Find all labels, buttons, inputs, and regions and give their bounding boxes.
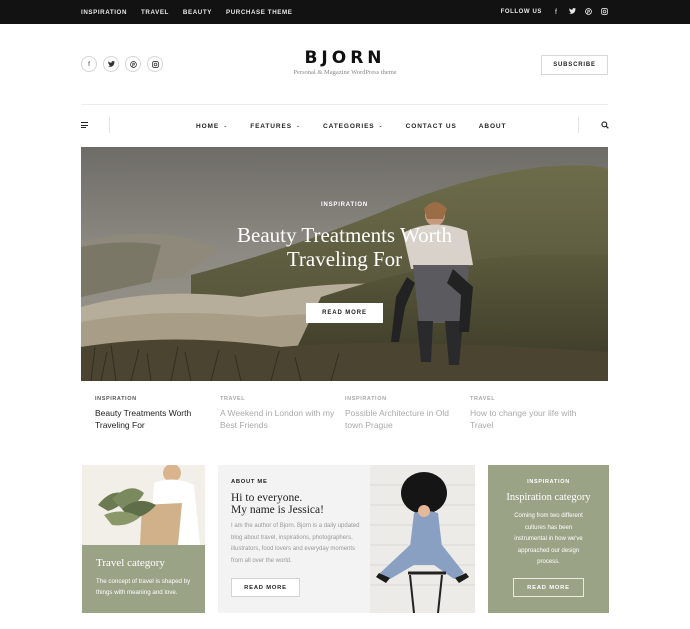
top-bar: INSPIRATION TRAVEL BEAUTY PURCHASE THEME… [0,0,690,24]
about-read-more-button[interactable]: READ MORE [231,578,300,597]
post-category: INSPIRATION [345,396,387,402]
hero-title-line-2: Traveling For [286,247,403,271]
follow-us: FOLLOW US f [501,0,608,24]
about-me-card: ABOUT ME Hi to everyone. My name is Jess… [218,465,475,613]
nav-divider [81,104,608,105]
post-title[interactable]: A Weekend in London with my Best Friends [220,407,338,431]
search-icon[interactable] [601,121,609,129]
about-label: ABOUT ME [231,479,268,485]
twitter-icon[interactable] [568,8,576,16]
hero-slider[interactable]: INSPIRATION Beauty Treatments Worth Trav… [81,147,608,381]
travel-card-title[interactable]: Travel category [96,557,165,569]
top-link-purchase-theme[interactable]: PURCHASE THEME [226,9,293,16]
nav-item-home[interactable]: HOME ⌄ [196,121,228,131]
top-link-beauty[interactable]: BEAUTY [183,9,212,16]
post-title[interactable]: Beauty Treatments Worth Traveling For [95,407,213,431]
travel-card-image [82,465,205,545]
nav-item-categories[interactable]: CATEGORIES ⌄ [323,121,384,131]
top-links: INSPIRATION TRAVEL BEAUTY PURCHASE THEME [81,0,292,24]
post-category: TRAVEL [470,396,496,402]
top-link-travel[interactable]: TRAVEL [141,9,169,16]
facebook-icon[interactable]: f [552,9,560,16]
nav-separator-right [578,117,579,133]
instagram-icon[interactable] [600,7,608,17]
pinterest-icon[interactable] [584,7,592,17]
nav-item-about[interactable]: ABOUT [479,121,507,131]
nav-item-label: CATEGORIES [323,122,375,130]
post-strip: INSPIRATION Beauty Treatments Worth Trav… [95,396,605,431]
about-heading-line-2: My name is Jessica! [231,504,324,516]
post-category: INSPIRATION [95,396,137,402]
menu-icon[interactable] [81,122,88,128]
about-heading-line-1: Hi to everyone. [231,492,303,504]
inspiration-card-label: INSPIRATION [527,479,570,485]
inspiration-read-more-button[interactable]: READ MORE [513,578,584,597]
nav-item-label: CONTACT US [405,122,457,130]
nav-item-label: FEATURES [250,122,292,130]
follow-us-label: FOLLOW US [500,9,542,15]
top-link-inspiration[interactable]: INSPIRATION [81,9,127,16]
subscribe-button[interactable]: SUBSCRIBE [541,55,608,75]
travel-card-description: The concept of travel is shaped by thing… [96,578,191,596]
inspiration-card-description: Coming from two different cultures has b… [514,513,583,565]
about-text: I am the author of Bjorn. Bjorn is a dai… [231,523,360,564]
hero-category[interactable]: INSPIRATION [81,202,608,208]
about-photo [370,465,475,613]
about-heading: Hi to everyone. My name is Jessica! [231,492,371,516]
post-item[interactable]: INSPIRATION Beauty Treatments Worth Trav… [95,396,220,431]
hero-title-line-1: Beauty Treatments Worth [237,223,452,247]
nav-item-label: ABOUT [478,122,507,130]
post-category: TRAVEL [220,396,246,402]
chevron-down-icon: ⌄ [295,123,302,129]
hero-read-more-button[interactable]: READ MORE [306,303,383,323]
post-item[interactable]: TRAVEL How to change your life with Trav… [470,396,595,431]
main-nav: HOME ⌄ FEATURES ⌄ CATEGORIES ⌄ CONTACT U… [196,121,506,131]
post-item[interactable]: TRAVEL A Weekend in London with my Best … [220,396,345,431]
chevron-down-icon: ⌄ [378,123,384,129]
travel-category-card[interactable]: Travel category The concept of travel is… [82,465,205,613]
post-title[interactable]: How to change your life with Travel [470,407,588,431]
nav-item-contact-us[interactable]: CONTACT US [406,121,457,131]
nav-item-features[interactable]: FEATURES ⌄ [250,121,301,131]
nav-separator-left [109,117,110,133]
post-item[interactable]: INSPIRATION Possible Architecture in Old… [345,396,470,431]
nav-item-label: HOME [196,122,220,130]
inspiration-category-card[interactable]: INSPIRATION Inspiration category Coming … [488,465,609,613]
post-title[interactable]: Possible Architecture in Old town Prague [345,407,463,431]
inspiration-card-title[interactable]: Inspiration category [488,492,609,503]
chevron-down-icon: ⌄ [223,123,229,129]
hero-title[interactable]: Beauty Treatments Worth Traveling For [81,223,608,271]
